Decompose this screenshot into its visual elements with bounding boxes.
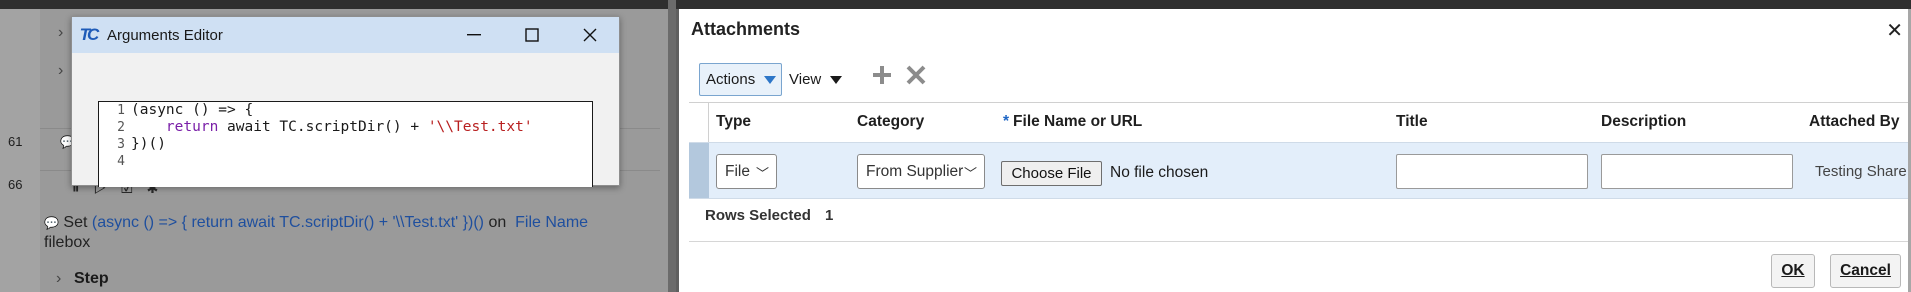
- category-select[interactable]: From Supplier ﹀: [857, 154, 985, 189]
- rows-selected-count: 1: [825, 207, 834, 224]
- minimize-icon: [467, 34, 481, 36]
- step-target-type: filebox: [44, 234, 91, 251]
- code-line: 4: [99, 153, 592, 170]
- footer-divider: [689, 241, 1911, 242]
- code-editor[interactable]: 1 (async () => { 2 return await TC.scrip…: [98, 101, 593, 187]
- add-icon[interactable]: [871, 64, 893, 93]
- chevron-down-icon: ﹀: [755, 166, 769, 181]
- actions-menu-button[interactable]: Actions: [699, 63, 782, 96]
- ok-button[interactable]: OK: [1771, 254, 1815, 288]
- maximize-button[interactable]: [503, 17, 561, 53]
- no-file-status: No file chosen: [1110, 164, 1209, 181]
- view-menu-button[interactable]: View: [789, 71, 843, 88]
- column-header-description[interactable]: Description: [1601, 113, 1686, 131]
- testcomplete-logo-icon: TC: [79, 25, 100, 44]
- table-header: Type Category * File Name or URL Title De…: [689, 102, 1911, 142]
- rows-selected-label: Rows Selected: [705, 207, 811, 224]
- top-bar: [0, 0, 1911, 9]
- category-value: From Supplier: [866, 162, 964, 180]
- window-titlebar[interactable]: TC Arguments Editor: [72, 17, 619, 53]
- expand-chevron-icon[interactable]: ›: [58, 62, 63, 80]
- delete-icon[interactable]: [905, 64, 927, 93]
- rows-selected-status: Rows Selected 1: [705, 207, 833, 224]
- close-icon[interactable]: ✕: [1886, 18, 1903, 43]
- minimize-button[interactable]: [445, 17, 503, 53]
- row-selector[interactable]: [689, 143, 709, 198]
- column-header-category[interactable]: Category: [857, 113, 924, 131]
- step-value[interactable]: (async () => { return await TC.scriptDir…: [92, 214, 484, 231]
- expand-chevron-icon[interactable]: ›: [58, 24, 63, 42]
- code-line: 3 })(): [99, 136, 592, 153]
- code-text: (async () => {: [131, 102, 254, 118]
- column-header-title[interactable]: Title: [1396, 113, 1428, 131]
- code-keyword: return: [165, 119, 219, 135]
- code-line-number: 2: [117, 120, 125, 135]
- step-on: on: [488, 214, 507, 231]
- required-mark: *: [1003, 113, 1010, 130]
- description-input[interactable]: [1601, 154, 1793, 189]
- line-number: 66: [8, 177, 23, 192]
- line-number: 61: [8, 134, 23, 149]
- code-line-number: 1: [117, 103, 125, 118]
- arguments-editor-window: TC Arguments Editor 1 (async () => { 2 r…: [71, 16, 620, 187]
- choose-file-button[interactable]: Choose File: [1001, 161, 1102, 186]
- code-line: 1 (async () => {: [99, 102, 592, 119]
- cancel-button[interactable]: Cancel: [1830, 254, 1901, 288]
- attached-by-value: Testing Share: [1815, 163, 1907, 180]
- code-line: 2 return await TC.scriptDir() + '\\Test.…: [99, 119, 592, 136]
- close-button[interactable]: [561, 17, 619, 53]
- title-input[interactable]: [1396, 154, 1588, 189]
- step-verb: Set: [63, 214, 88, 231]
- dialog-title: Attachments: [691, 19, 801, 39]
- dropdown-arrow-icon: [830, 75, 843, 84]
- maximize-icon: [525, 28, 539, 42]
- type-select[interactable]: File ﹀: [716, 154, 777, 189]
- code-text: return await TC.scriptDir() + '\\Test.tx…: [131, 119, 533, 136]
- type-value: File: [725, 162, 750, 180]
- step-label: Step: [74, 270, 109, 287]
- line-gutter: [0, 9, 40, 292]
- column-header-file[interactable]: * File Name or URL: [1003, 113, 1142, 131]
- comment-icon: 💬: [44, 216, 59, 230]
- expand-chevron-icon[interactable]: ›: [56, 270, 61, 288]
- attachments-dialog: Attachments ✕ Actions View Type Category…: [676, 9, 1911, 292]
- code-line-number: 3: [117, 137, 125, 152]
- dropdown-arrow-icon: [764, 75, 777, 84]
- column-header-type[interactable]: Type: [716, 113, 751, 131]
- step-description: 💬 Set (async () => { return await TC.scr…: [44, 213, 654, 252]
- code-string: '\\Test.txt': [427, 119, 533, 135]
- view-label: View: [789, 71, 822, 88]
- step-target[interactable]: File Name: [515, 214, 588, 231]
- code-expression: await TC.scriptDir() +: [218, 119, 428, 135]
- column-header-attached-by[interactable]: Attached By: [1809, 113, 1899, 131]
- window-title: Arguments Editor: [107, 26, 223, 44]
- chevron-down-icon: ﹀: [963, 166, 977, 181]
- actions-label: Actions: [706, 71, 756, 88]
- table-row[interactable]: File ﹀ From Supplier ﹀ Choose File No fi…: [689, 142, 1911, 199]
- code-text: })(): [131, 136, 166, 152]
- splitter[interactable]: [668, 0, 676, 292]
- attachments-table: Type Category * File Name or URL Title De…: [689, 102, 1911, 199]
- close-icon: [583, 28, 597, 42]
- code-line-number: 4: [117, 154, 125, 169]
